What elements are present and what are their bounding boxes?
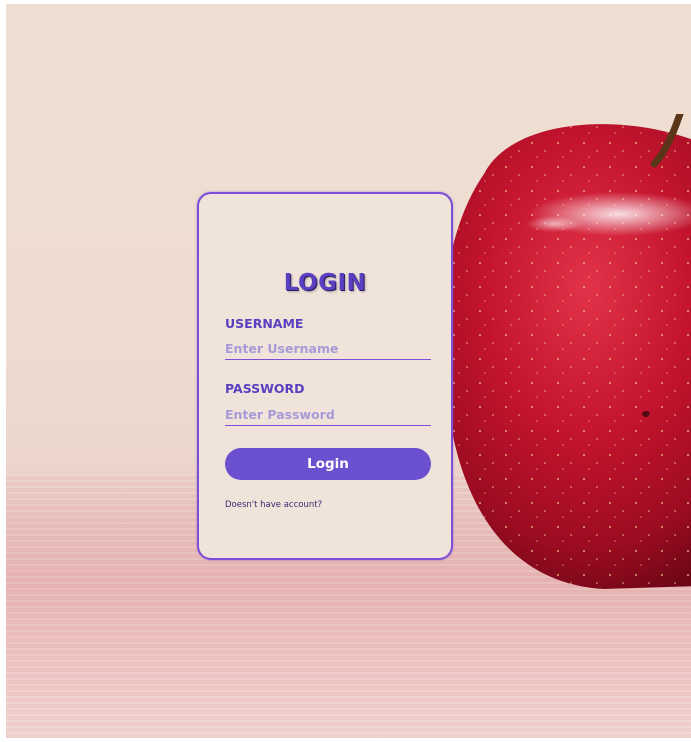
background-photo: LOGIN USERNAME PASSWORD Login Doesn't ha…	[6, 4, 691, 738]
password-input[interactable]	[225, 404, 431, 426]
username-label: USERNAME	[225, 316, 304, 331]
password-label: PASSWORD	[225, 381, 305, 396]
login-card: LOGIN USERNAME PASSWORD Login Doesn't ha…	[197, 192, 453, 560]
apple-image	[442, 114, 691, 589]
login-button[interactable]: Login	[225, 448, 431, 480]
username-input[interactable]	[225, 338, 431, 360]
login-title: LOGIN	[283, 270, 367, 296]
no-account-link[interactable]: Doesn't have account?	[225, 500, 322, 510]
